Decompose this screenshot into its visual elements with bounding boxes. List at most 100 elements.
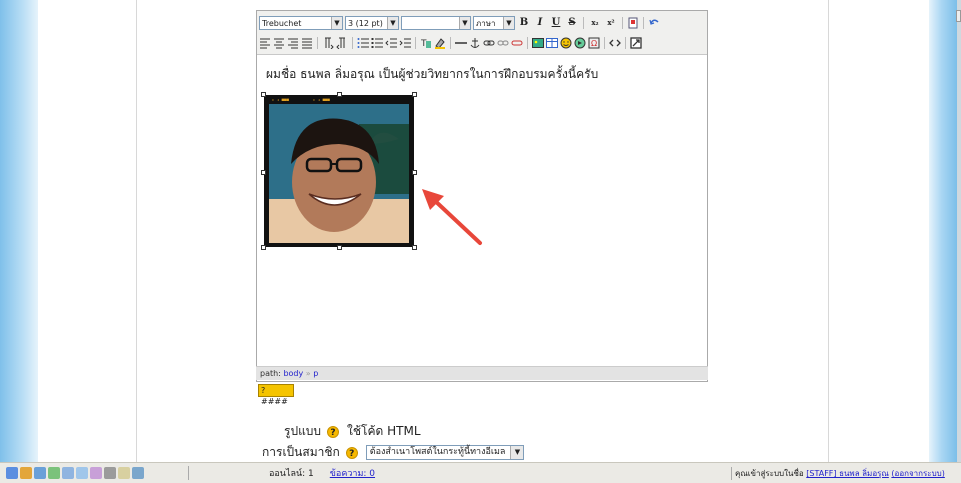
resize-handle[interactable] bbox=[412, 92, 417, 97]
profile-photo: ▸ ◂ ■■■ ▸ ◂ ■■■ bbox=[264, 95, 414, 247]
chat-icon[interactable] bbox=[62, 467, 74, 479]
path-body-link[interactable]: body bbox=[283, 369, 303, 378]
outdent-icon[interactable] bbox=[385, 37, 397, 49]
membership-select-value: ต้องสำเนาโพสต์ในกระทู้นี้ทางอีเมล bbox=[369, 447, 506, 457]
users-icon[interactable] bbox=[6, 467, 18, 479]
ordered-list-icon[interactable] bbox=[357, 37, 369, 49]
svg-text:Ω: Ω bbox=[591, 39, 597, 48]
path-p-link[interactable]: p bbox=[313, 369, 318, 378]
membership-select[interactable]: ต้องสำเนาโพสต์ในกระทู้นี้ทางอีเมล ▼ bbox=[365, 445, 525, 460]
resize-handle[interactable] bbox=[261, 170, 266, 175]
special-char-icon[interactable]: Ω bbox=[588, 37, 600, 49]
members-icon[interactable] bbox=[104, 467, 116, 479]
status-bar: ออนไลน์: 1 ข้อความ: 0 คุณเข้าสู่ระบบในชื… bbox=[0, 462, 961, 483]
chevron-down-icon: ▼ bbox=[503, 17, 514, 29]
membership-label: การเป็นสมาชิก bbox=[262, 445, 340, 459]
text-color-icon[interactable]: T bbox=[420, 37, 432, 49]
ltr-icon[interactable] bbox=[322, 37, 334, 49]
help-icon[interactable]: ? bbox=[327, 425, 340, 438]
unlink-icon[interactable] bbox=[497, 37, 509, 49]
resize-handle[interactable] bbox=[261, 92, 266, 97]
resize-handle[interactable] bbox=[412, 245, 417, 250]
align-left-icon[interactable] bbox=[259, 37, 271, 49]
indent-icon[interactable] bbox=[399, 37, 411, 49]
user-profile-link[interactable]: [STAFF] ธนพล ลิ่มอรุณ bbox=[806, 469, 889, 478]
table-icon[interactable] bbox=[546, 37, 558, 49]
align-justify-icon[interactable] bbox=[301, 37, 313, 49]
resize-handle[interactable] bbox=[337, 245, 342, 250]
link-icon[interactable] bbox=[483, 37, 495, 49]
selected-image[interactable]: ▸ ◂ ■■■ ▸ ◂ ■■■ bbox=[261, 92, 417, 250]
font-size-value: 3 (12 pt) bbox=[348, 18, 383, 28]
strikethrough-button[interactable]: S bbox=[565, 16, 579, 30]
login-prefix: คุณเข้าสู่ระบบในชื่อ bbox=[735, 469, 804, 478]
resize-handle[interactable] bbox=[337, 92, 342, 97]
font-family-select[interactable]: Trebuchet ▼ bbox=[259, 16, 343, 30]
column-divider bbox=[136, 0, 137, 462]
right-background-panel bbox=[929, 0, 961, 462]
language-select[interactable]: ภาษา ▼ bbox=[473, 16, 515, 30]
toolbar-row-2: T Ω bbox=[259, 34, 705, 52]
column-divider bbox=[828, 0, 829, 462]
messages-link[interactable]: ข้อความ: 0 bbox=[330, 466, 375, 480]
background-color-icon[interactable] bbox=[434, 37, 446, 49]
subscript-button[interactable]: x₂ bbox=[588, 16, 602, 30]
annotation-arrow-icon bbox=[422, 189, 482, 245]
buddy-icon[interactable] bbox=[20, 467, 32, 479]
membership-row: การเป็นสมาชิก ? ต้องสำเนาโพสต์ในกระทู้นี… bbox=[262, 443, 525, 462]
resize-handle[interactable] bbox=[261, 245, 266, 250]
person-photo-illustration bbox=[269, 104, 409, 243]
search-icon[interactable] bbox=[132, 467, 144, 479]
paste-word-icon[interactable] bbox=[627, 17, 639, 29]
superscript-button[interactable]: x² bbox=[604, 16, 618, 30]
chevron-down-icon: ▼ bbox=[510, 446, 524, 459]
bold-button[interactable]: B bbox=[517, 16, 531, 30]
calendar-icon[interactable] bbox=[48, 467, 60, 479]
media-icon[interactable] bbox=[574, 37, 586, 49]
status-icons bbox=[0, 467, 188, 479]
format-label: รูปแบบ bbox=[284, 424, 322, 438]
font-size-select[interactable]: 3 (12 pt) ▼ bbox=[345, 16, 399, 30]
format-select[interactable]: ▼ bbox=[401, 16, 471, 30]
help-icon[interactable]: ? bbox=[345, 446, 358, 459]
italic-button[interactable]: I bbox=[533, 16, 547, 30]
tag-icon[interactable] bbox=[90, 467, 102, 479]
horizontal-rule-icon[interactable] bbox=[455, 37, 467, 49]
remove-link-icon[interactable] bbox=[511, 37, 523, 49]
align-right-icon[interactable] bbox=[287, 37, 299, 49]
chevron-down-icon: ▼ bbox=[387, 17, 398, 29]
chevron-down-icon: ▼ bbox=[459, 17, 470, 29]
scrollbar[interactable] bbox=[956, 10, 961, 22]
image-icon[interactable] bbox=[532, 37, 544, 49]
online-count: ออนไลน์: 1 bbox=[269, 469, 314, 479]
editor-path-bar: path: body » p bbox=[256, 366, 708, 380]
notes-icon[interactable] bbox=[118, 467, 130, 479]
format-row: รูปแบบ ? ใช้โค้ด HTML bbox=[284, 422, 421, 441]
path-separator: » bbox=[305, 369, 311, 378]
chevron-down-icon: ▼ bbox=[331, 17, 342, 29]
mail-icon[interactable] bbox=[34, 467, 46, 479]
editor-help-button[interactable]: ? #### bbox=[258, 384, 294, 406]
undo-icon[interactable] bbox=[648, 17, 660, 29]
smiley-icon[interactable] bbox=[560, 37, 572, 49]
svg-text:T: T bbox=[420, 39, 427, 49]
rtl-icon[interactable] bbox=[336, 37, 348, 49]
anchor-icon[interactable] bbox=[469, 37, 481, 49]
format-value: ใช้โค้ด HTML bbox=[347, 424, 421, 438]
logout-link[interactable]: (ออกจากระบบ) bbox=[891, 469, 944, 478]
film-strip-marks: ▸ ◂ ■■■ ▸ ◂ ■■■ bbox=[272, 97, 330, 102]
editor-toolbar: Trebuchet ▼ 3 (12 pt) ▼ ▼ ภาษา ▼ B I U S x₂… bbox=[257, 11, 707, 55]
toolbar-row-1: Trebuchet ▼ 3 (12 pt) ▼ ▼ ภาษา ▼ B I U S x₂… bbox=[259, 14, 705, 32]
source-code-icon[interactable] bbox=[609, 37, 621, 49]
underline-button[interactable]: U bbox=[549, 16, 563, 30]
login-info: คุณเข้าสู่ระบบในชื่อ [STAFF] ธนพล ลิ่มอร… bbox=[731, 467, 945, 480]
fullscreen-icon[interactable] bbox=[630, 37, 642, 49]
editor-paragraph: ผมชื่อ ธนพล ลิ่มอรุณ เป็นผู้ช่วยวิทยากรใ… bbox=[266, 67, 599, 81]
align-center-icon[interactable] bbox=[273, 37, 285, 49]
unordered-list-icon[interactable] bbox=[371, 37, 383, 49]
font-family-value: Trebuchet bbox=[262, 18, 302, 28]
path-label: path: bbox=[260, 369, 281, 378]
left-background-panel bbox=[0, 0, 38, 462]
resize-handle[interactable] bbox=[412, 170, 417, 175]
chat-alt-icon[interactable] bbox=[76, 467, 88, 479]
